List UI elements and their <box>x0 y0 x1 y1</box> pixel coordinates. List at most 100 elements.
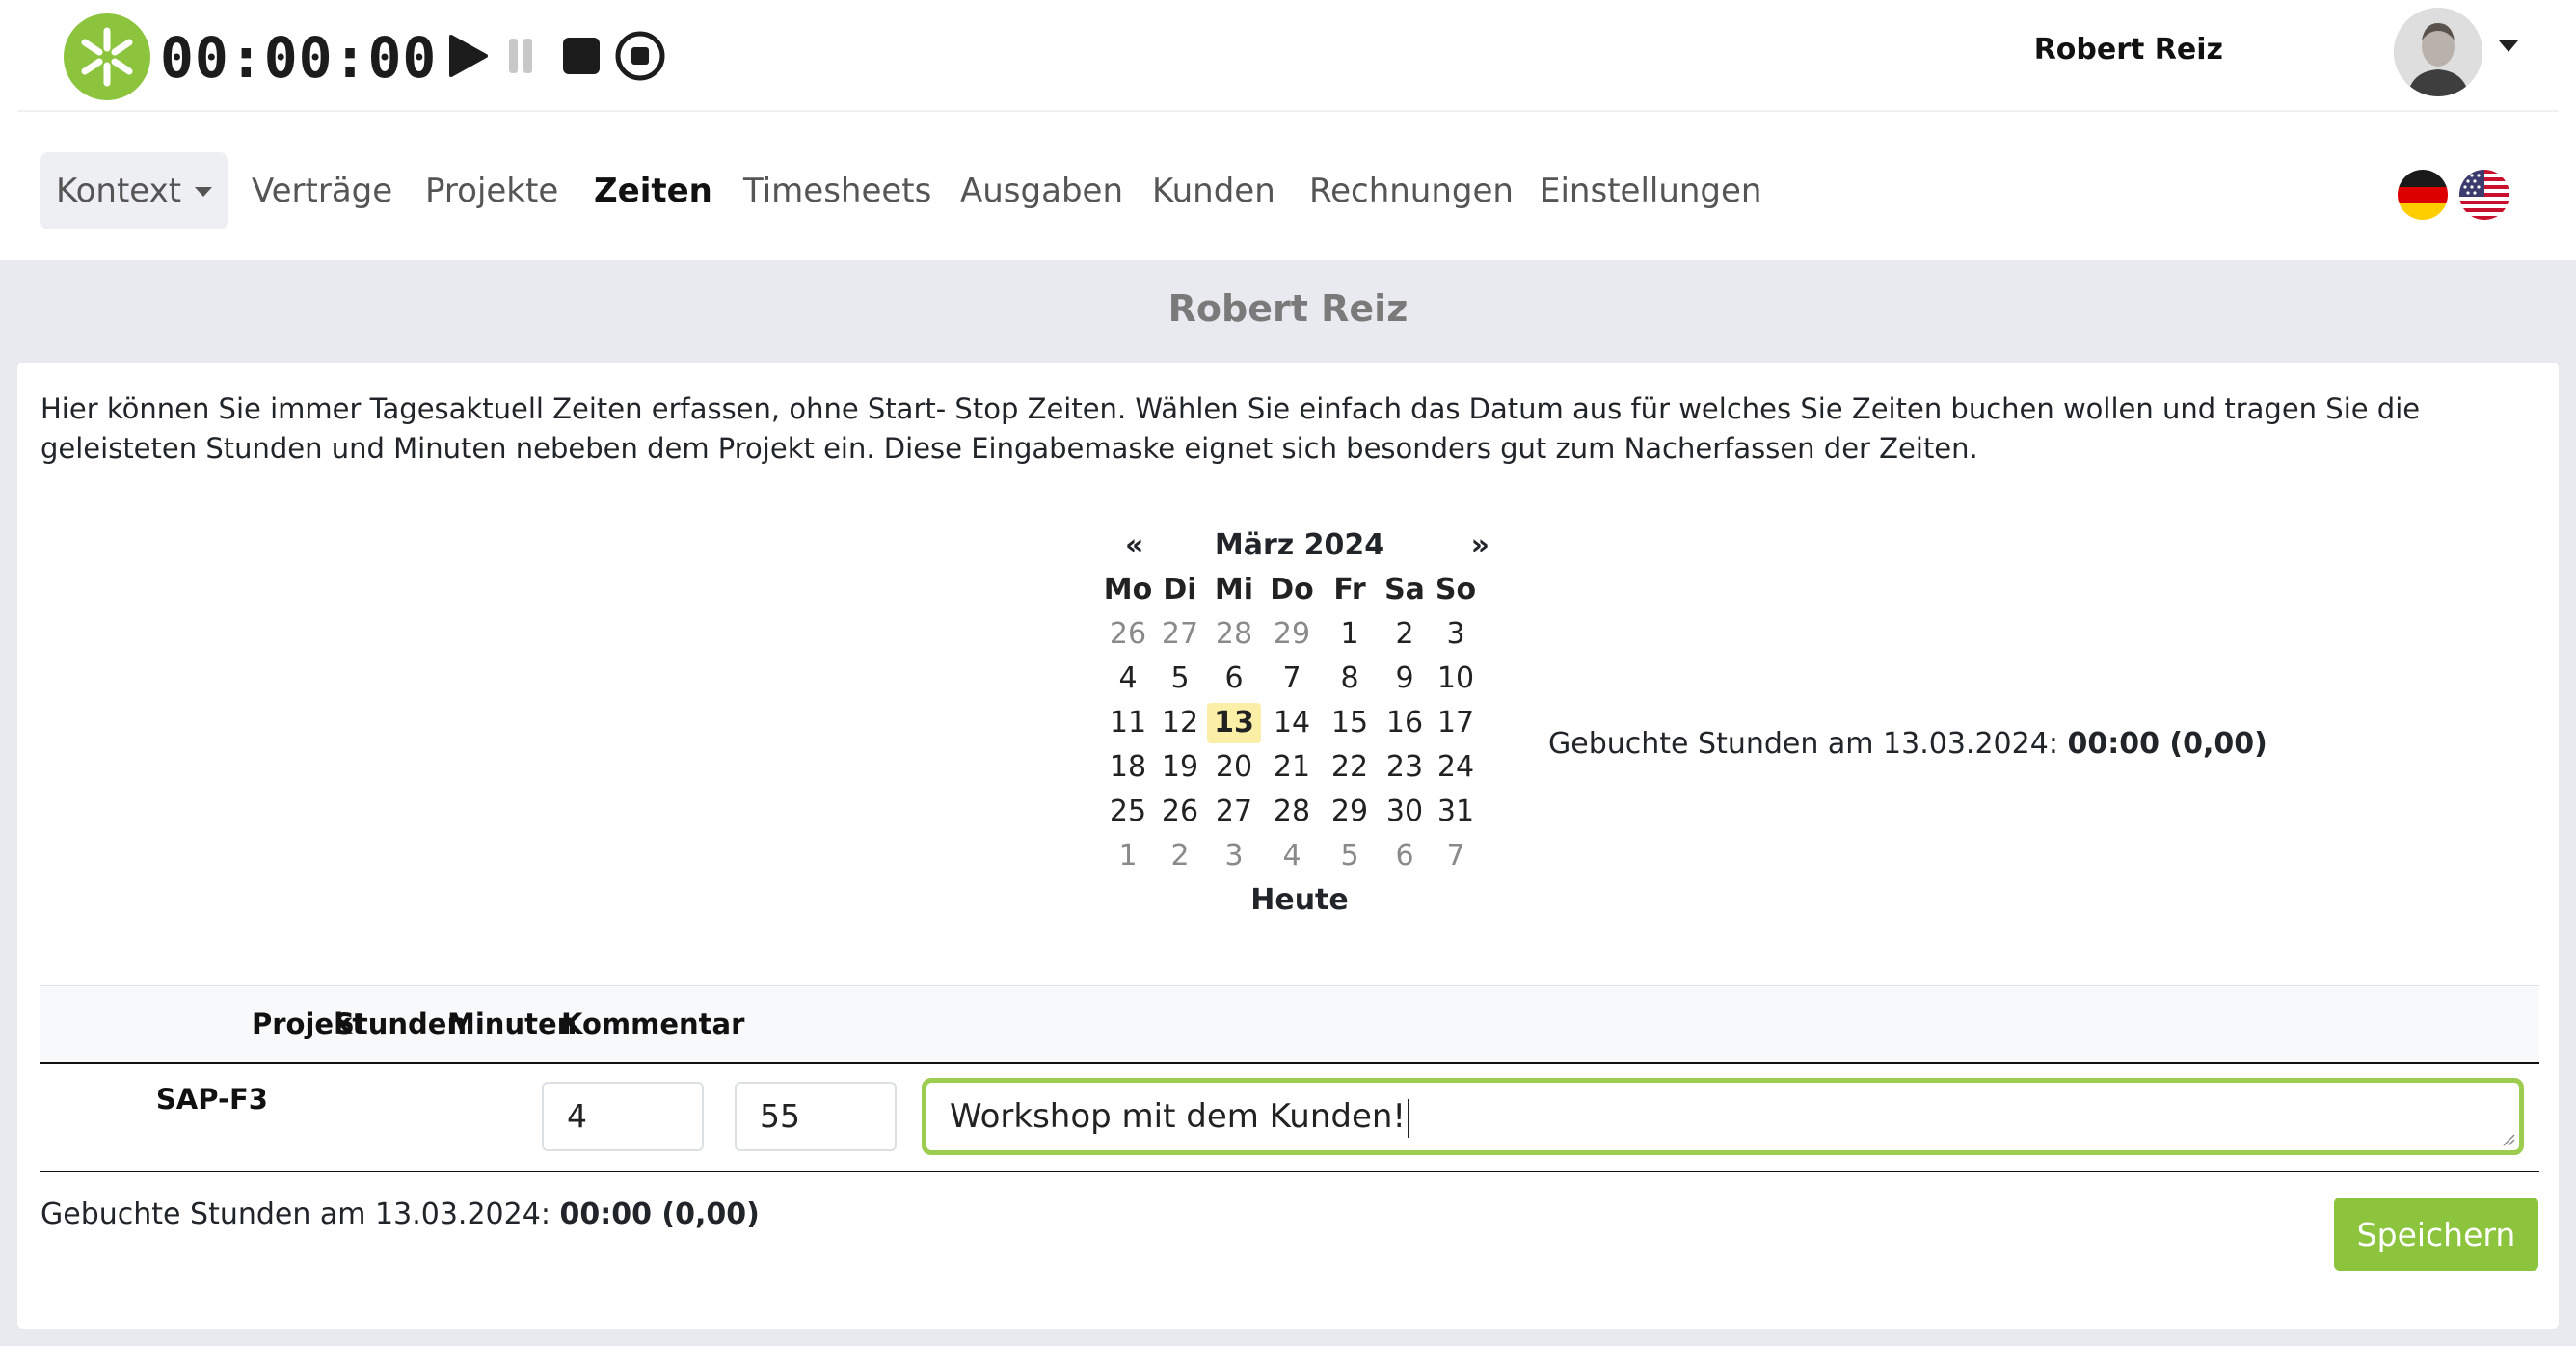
calendar-day[interactable]: 26 <box>1154 790 1206 834</box>
user-name[interactable]: Robert Reiz <box>2034 29 2223 71</box>
play-icon[interactable] <box>440 29 494 83</box>
logo-icon <box>81 27 133 87</box>
calendar-day[interactable]: 22 <box>1322 745 1378 790</box>
nav-item-rechnungen[interactable]: Rechnungen <box>1309 152 1514 229</box>
calendar-day[interactable]: 5 <box>1322 834 1378 878</box>
calendar-day[interactable]: 29 <box>1322 790 1378 834</box>
calendar-day[interactable]: 28 <box>1206 612 1262 657</box>
timer-display: 00:00:00 <box>160 25 438 91</box>
weekday-header: So <box>1435 573 1477 606</box>
calendar-day[interactable]: 7 <box>1262 657 1322 701</box>
table-header: Projekt Stunden Minuten Kommentar <box>40 985 2539 1064</box>
booked-hours-summary: Gebuchte Stunden am 13.03.2024: 00:00 (0… <box>1548 723 2267 766</box>
weekday-header: Fr <box>1333 573 1366 606</box>
calendar-day[interactable]: 11 <box>1102 701 1154 745</box>
calendar-day[interactable]: 3 <box>1432 612 1480 657</box>
time-entry-card: Hier können Sie immer Tagesaktuell Zeite… <box>17 363 2559 1329</box>
calendar-day[interactable]: 30 <box>1378 790 1432 834</box>
calendar-day[interactable]: 23 <box>1378 745 1432 790</box>
calendar-day[interactable]: 16 <box>1378 701 1432 745</box>
booked-hours-footer-label: Gebuchte Stunden am 13.03.2024: <box>40 1198 550 1231</box>
column-header-comment: Kommentar <box>561 1008 745 1040</box>
calendar-day[interactable]: 6 <box>1378 834 1432 878</box>
date-picker: März 2024 « » Mo Di Mi Do Fr Sa So 26 27 28 29 1 2 3 4… <box>1096 524 1503 923</box>
nav-item-zeiten[interactable]: Zeiten <box>594 152 712 229</box>
column-header-minutes: Minuten <box>447 1008 577 1040</box>
calendar-day[interactable]: 24 <box>1432 745 1480 790</box>
calendar-day[interactable]: 1 <box>1102 834 1154 878</box>
context-dropdown-label: Kontext <box>56 172 182 210</box>
pause-icon[interactable] <box>494 29 548 83</box>
record-stop-icon[interactable] <box>613 29 667 83</box>
context-dropdown[interactable]: Kontext <box>40 152 228 229</box>
comment-textarea[interactable]: Workshop mit dem Kunden! <box>922 1078 2524 1155</box>
calendar-today-button[interactable]: Heute <box>1096 878 1503 923</box>
calendar-next-button[interactable]: » <box>1471 524 1489 568</box>
calendar-day[interactable]: 12 <box>1154 701 1206 745</box>
calendar-day[interactable]: 2 <box>1378 612 1432 657</box>
calendar-header: März 2024 « » <box>1096 524 1503 568</box>
calendar-day[interactable]: 20 <box>1206 745 1262 790</box>
comment-text: Workshop mit dem Kunden! <box>950 1097 1407 1136</box>
calendar-day[interactable]: 31 <box>1432 790 1480 834</box>
minutes-input[interactable]: 55 <box>735 1082 897 1151</box>
top-header: 00:00:00 Robert Reiz Kontext Verträge Pr <box>0 0 2576 260</box>
calendar-day[interactable]: 7 <box>1432 834 1480 878</box>
calendar-day[interactable]: 10 <box>1432 657 1480 701</box>
nav-item-vertraege[interactable]: Verträge <box>252 152 392 229</box>
calendar-day[interactable]: 27 <box>1206 790 1262 834</box>
german-flag-icon[interactable] <box>2398 170 2448 220</box>
calendar-day[interactable]: 5 <box>1154 657 1206 701</box>
us-flag-icon[interactable] <box>2459 170 2509 220</box>
calendar-day[interactable]: 3 <box>1206 834 1262 878</box>
calendar-day[interactable]: 4 <box>1262 834 1322 878</box>
weekday-header: Mi <box>1214 573 1254 606</box>
nav-item-einstellungen[interactable]: Einstellungen <box>1540 152 1761 229</box>
nav-item-ausgaben[interactable]: Ausgaben <box>960 152 1123 229</box>
calendar-day[interactable]: 19 <box>1154 745 1206 790</box>
calendar-month-title: März 2024 <box>1214 528 1385 562</box>
booked-hours-footer-value: 00:00 (0,00) <box>559 1198 760 1231</box>
weekday-header: Sa <box>1384 573 1425 606</box>
hours-input[interactable]: 4 <box>542 1082 704 1151</box>
calendar-day[interactable]: 8 <box>1322 657 1378 701</box>
app-logo[interactable] <box>64 13 150 100</box>
stop-icon[interactable] <box>553 29 607 83</box>
calendar-day[interactable]: 1 <box>1322 612 1378 657</box>
resize-grip-icon[interactable] <box>2502 1133 2515 1146</box>
avatar[interactable] <box>2394 8 2482 96</box>
weekday-header: Di <box>1163 573 1197 606</box>
calendar-day[interactable]: 18 <box>1102 745 1154 790</box>
calendar-day[interactable]: 29 <box>1262 612 1322 657</box>
calendar-grid: Mo Di Mi Do Fr Sa So 26 27 28 29 1 2 3 4 5 6 7 8 9 10 11 12 13 1… <box>1102 568 1503 878</box>
calendar-day[interactable]: 28 <box>1262 790 1322 834</box>
project-name: SAP-F3 <box>155 1083 268 1116</box>
calendar-day[interactable]: 25 <box>1102 790 1154 834</box>
calendar-day[interactable]: 9 <box>1378 657 1432 701</box>
weekday-header: Mo <box>1103 573 1153 606</box>
calendar-day[interactable]: 15 <box>1322 701 1378 745</box>
text-cursor <box>1408 1098 1410 1138</box>
weekday-header: Do <box>1270 573 1314 606</box>
calendar-day[interactable]: 27 <box>1154 612 1206 657</box>
calendar-day[interactable]: 6 <box>1206 657 1262 701</box>
time-entry-table: Projekt Stunden Minuten Kommentar SAP-F3… <box>40 985 2539 1172</box>
user-menu-chevron-down-icon[interactable] <box>2499 40 2518 52</box>
calendar-day[interactable]: 26 <box>1102 612 1154 657</box>
calendar-day[interactable]: 14 <box>1262 701 1322 745</box>
calendar-day[interactable]: 2 <box>1154 834 1206 878</box>
calendar-day-selected[interactable]: 13 <box>1207 703 1261 743</box>
booked-hours-label: Gebuchte Stunden am 13.03.2024: <box>1548 727 2058 761</box>
calendar-day[interactable]: 4 <box>1102 657 1154 701</box>
intro-text: Hier können Sie immer Tagesaktuell Zeite… <box>40 392 2421 465</box>
chevron-down-icon <box>195 187 212 197</box>
calendar-day[interactable]: 21 <box>1262 745 1322 790</box>
table-row: SAP-F3 4 55 Workshop mit dem Kunden! <box>40 1064 2539 1172</box>
save-button[interactable]: Speichern <box>2334 1198 2538 1271</box>
calendar-day[interactable]: 17 <box>1432 701 1480 745</box>
nav-item-timesheets[interactable]: Timesheets <box>743 152 931 229</box>
nav-item-kunden[interactable]: Kunden <box>1152 152 1275 229</box>
calendar-prev-button[interactable]: « <box>1125 524 1143 568</box>
booked-hours-footer: Gebuchte Stunden am 13.03.2024: 00:00 (0… <box>40 1194 760 1236</box>
nav-item-projekte[interactable]: Projekte <box>425 152 558 229</box>
